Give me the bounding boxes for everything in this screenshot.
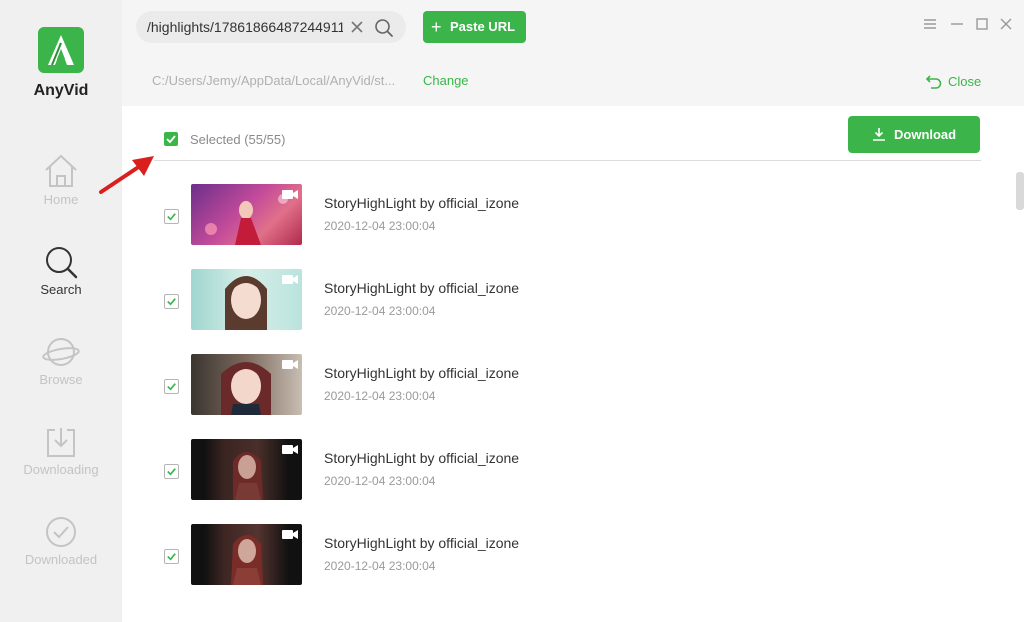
sidebar-item-browse[interactable]: Browse [0,334,122,404]
search-icon[interactable] [374,18,394,38]
search-input[interactable] [147,11,343,43]
sidebar-item-downloaded[interactable]: Downloaded [0,514,122,584]
close-label: Close [948,74,982,89]
sidebar-item-label: Downloading [23,462,99,477]
paste-url-label: Paste URL [450,19,516,34]
check-circle-icon [46,517,76,547]
search-box [136,11,406,43]
sidebar: AnyVid Home Search Browse Downloading Do… [0,0,122,622]
maximize-icon[interactable] [975,17,989,31]
window-close-icon[interactable] [999,17,1013,31]
list-item[interactable]: StoryHighLight by official_izone 2020-12… [122,446,1002,585]
search-icon [46,247,78,279]
list-item[interactable]: StoryHighLight by official_izone 2020-12… [122,106,1002,245]
item-checkbox[interactable] [164,549,179,564]
annotation-arrow-icon [99,156,154,194]
paste-url-button[interactable]: + Paste URL [423,11,526,43]
scrollbar[interactable] [1016,172,1024,210]
list-item[interactable]: StoryHighLight by official_izone 2020-12… [122,361,1002,500]
plus-icon: + [431,17,442,37]
download-tray-icon [47,428,75,457]
undo-icon [926,75,942,89]
close-icon[interactable] [350,20,364,34]
sidebar-item-label: Browse [39,372,83,387]
results-panel: Selected (55/55) Download StoryHighLight… [122,106,1024,622]
change-path-link[interactable]: Change [423,73,469,88]
sidebar-item-downloading[interactable]: Downloading [0,424,122,494]
sidebar-item-search[interactable]: Search [0,244,122,314]
save-path: C:/Users/Jemy/AppData/Local/AnyVid/st... [152,73,396,88]
app-name: AnyVid [33,82,89,99]
video-camera-icon [282,530,298,539]
sidebar-item-label: Search [40,282,82,297]
minimize-icon[interactable] [950,17,964,31]
home-icon [45,154,77,187]
planet-icon [42,338,80,366]
check-icon [167,553,176,561]
item-title: StoryHighLight by official_izone [324,535,520,551]
item-date: 2020-12-04 23:00:04 [324,559,436,573]
list-item[interactable]: StoryHighLight by official_izone 2020-12… [122,276,1002,415]
sidebar-item-label: Downloaded [24,552,98,567]
menu-icon[interactable] [923,17,937,31]
list-item[interactable]: StoryHighLight by official_izone 2020-12… [122,191,1002,330]
video-thumbnail[interactable] [191,524,302,585]
anyvid-logo-icon [38,27,84,73]
